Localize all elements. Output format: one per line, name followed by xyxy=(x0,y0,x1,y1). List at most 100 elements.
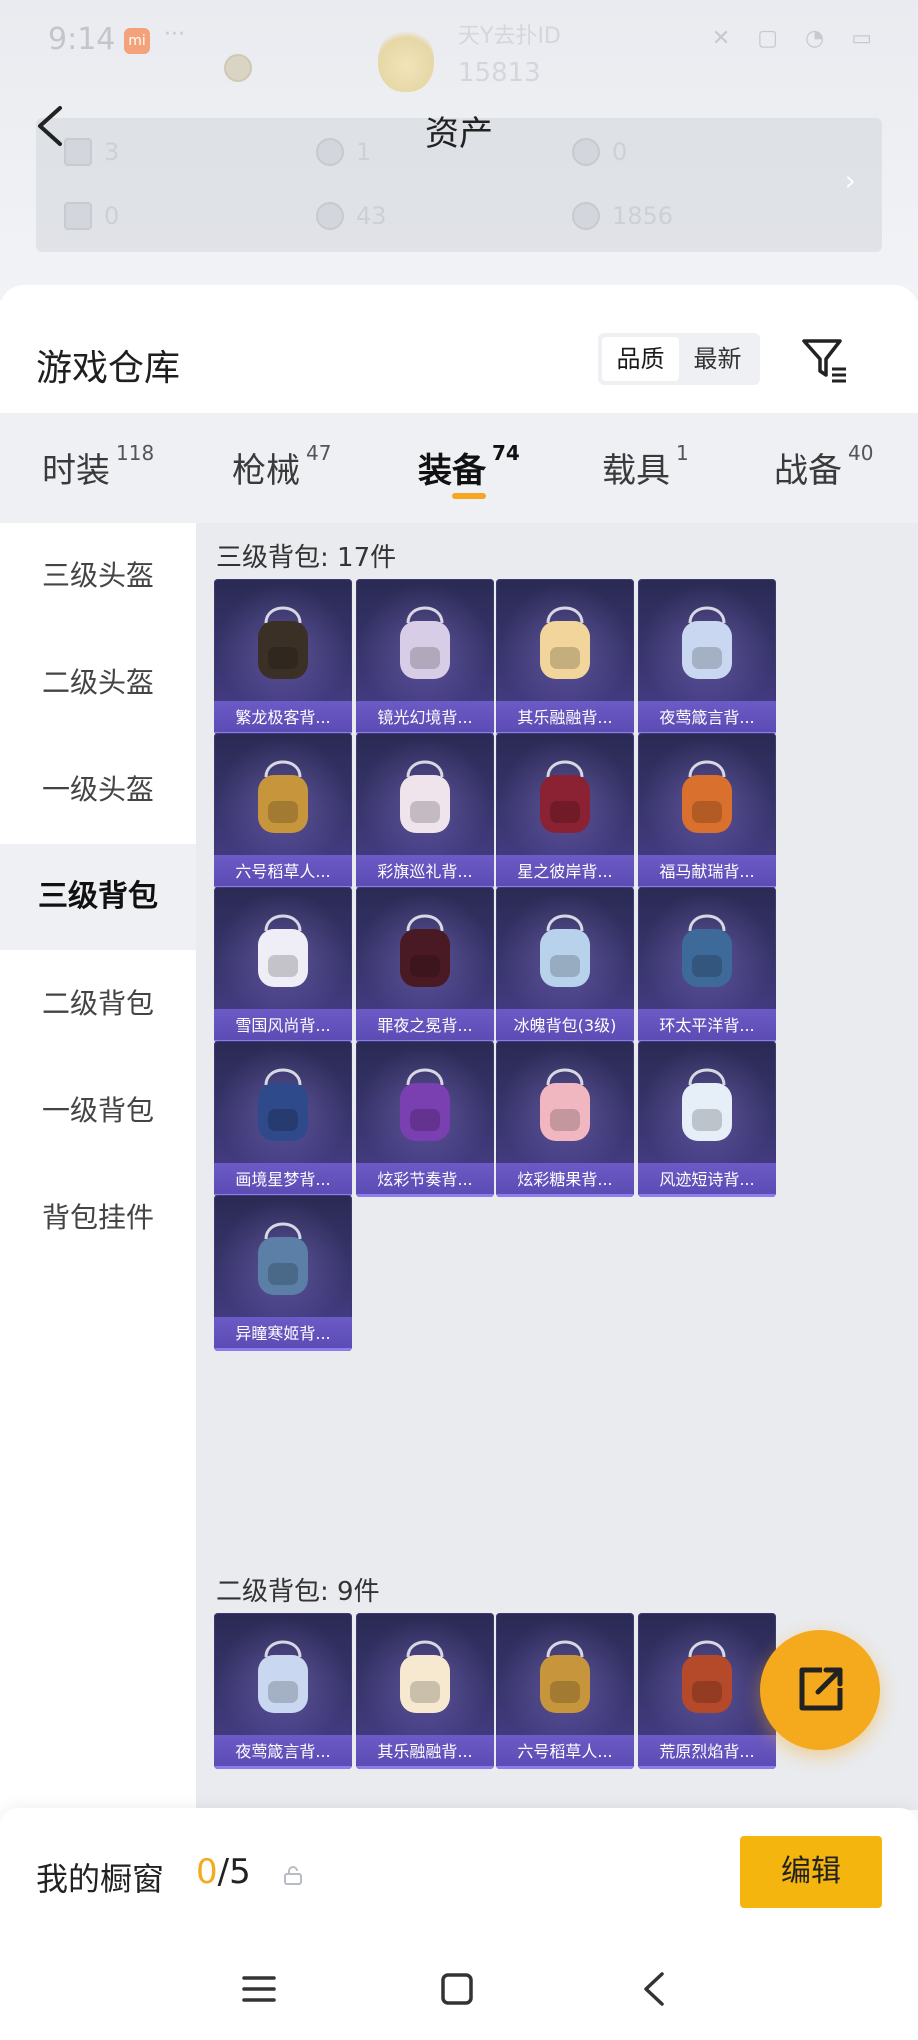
tab-count: 40 xyxy=(848,441,874,465)
tab-count: 118 xyxy=(116,441,155,465)
tab-fashion[interactable]: 时装 118 xyxy=(42,441,155,492)
tab-equipment[interactable]: 装备 74 xyxy=(418,441,520,492)
item-name: 环太平洋背... xyxy=(638,1009,776,1043)
backpack-icon xyxy=(400,914,450,987)
card-icon xyxy=(64,202,92,230)
item-name: 风迹短诗背... xyxy=(638,1163,776,1197)
backpack-item-card[interactable]: 彩旗巡礼背... xyxy=(356,733,494,889)
asset-currency-4: 0 xyxy=(64,202,119,230)
notification-dots: ··· xyxy=(164,22,185,47)
asset-currency-6: 1856 xyxy=(572,202,673,230)
menu-nav-button[interactable] xyxy=(234,1964,284,2014)
tab-label: 载具 xyxy=(602,451,670,491)
backpack-icon xyxy=(400,606,450,679)
backpack-item-card[interactable]: 繁龙极客背... xyxy=(214,579,352,735)
backpack-item-card[interactable]: 画境星梦背... xyxy=(214,1041,352,1197)
carrier-badge: mi xyxy=(124,28,150,54)
backpack-item-card[interactable]: 其乐融融背... xyxy=(356,1613,494,1769)
backpack-item-card[interactable]: 夜莺箴言背... xyxy=(638,579,776,735)
filter-button[interactable] xyxy=(800,335,848,383)
backpack-item-card[interactable]: 风迹短诗背... xyxy=(638,1041,776,1197)
item-name: 其乐融融背... xyxy=(356,1735,494,1769)
backpack-icon xyxy=(258,1068,308,1141)
backpack-item-card[interactable]: 冰魄背包(3级) xyxy=(496,887,634,1043)
warehouse-title: 游戏仓库 xyxy=(36,348,181,389)
asset-currency-5: 43 xyxy=(316,202,387,230)
sort-quality-option[interactable]: 品质 xyxy=(602,337,679,381)
sidebar-item-lv1-helmet[interactable]: 一级头盔 xyxy=(0,737,196,843)
tab-label: 装备 xyxy=(418,451,486,491)
backpack-icon xyxy=(682,1068,732,1141)
item-name: 繁龙极客背... xyxy=(214,701,352,735)
section-title: 二级背包: 9件 xyxy=(216,1577,380,1607)
sort-toggle: 品质 最新 xyxy=(598,333,760,385)
backpack-icon xyxy=(400,760,450,833)
share-external-icon xyxy=(799,1667,843,1711)
showcase-count: 0/5 xyxy=(196,1852,251,1892)
backpack-item-card[interactable]: 福马献瑞背... xyxy=(638,733,776,889)
item-name: 六号稻草人... xyxy=(496,1735,634,1769)
backpack-item-card[interactable]: 雪国风尚背... xyxy=(214,887,352,1043)
showcase-label: 我的橱窗 xyxy=(36,1860,165,1898)
backpack-item-card[interactable]: 炫彩节奏背... xyxy=(356,1041,494,1197)
item-name: 其乐融融背... xyxy=(496,701,634,735)
sidebar-item-lv3-helmet[interactable]: 三级头盔 xyxy=(0,523,196,629)
sidebar-item-lv1-backpack[interactable]: 一级背包 xyxy=(0,1058,196,1164)
back-chevron-icon xyxy=(644,1972,664,2006)
tab-combat-gear[interactable]: 战备 40 xyxy=(774,441,874,492)
backpack-icon xyxy=(540,1068,590,1141)
player-score: 15813 xyxy=(458,58,541,88)
backpack-icon xyxy=(258,760,308,833)
backpack-icon xyxy=(682,606,732,679)
item-name: 炫彩糖果背... xyxy=(496,1163,634,1197)
tab-vehicles[interactable]: 载具 1 xyxy=(602,441,689,492)
tab-label: 时装 xyxy=(42,451,110,491)
item-name: 雪国风尚背... xyxy=(214,1009,352,1043)
backpack-item-card[interactable]: 异瞳寒姬背... xyxy=(214,1195,352,1351)
section-title: 三级背包: 17件 xyxy=(216,543,397,573)
home-square-icon xyxy=(441,1973,473,2005)
backpack-item-card[interactable]: 环太平洋背... xyxy=(638,887,776,1043)
backpack-icon xyxy=(682,760,732,833)
sidebar-item-backpack-charm[interactable]: 背包挂件 xyxy=(0,1165,196,1271)
backpack-item-card[interactable]: 镜光幻境背... xyxy=(356,579,494,735)
home-nav-button[interactable] xyxy=(432,1964,482,2014)
backpack-icon xyxy=(682,1640,732,1713)
item-name: 星之彼岸背... xyxy=(496,855,634,889)
backpack-item-card[interactable]: 炫彩糖果背... xyxy=(496,1041,634,1197)
item-name: 六号稻草人... xyxy=(214,855,352,889)
sort-newest-option[interactable]: 最新 xyxy=(679,337,756,381)
backpack-icon xyxy=(400,1068,450,1141)
tab-count: 47 xyxy=(306,441,332,465)
status-icons: ✕ ▢ ◔ ▭ xyxy=(711,26,882,51)
gold-coin-icon xyxy=(572,202,600,230)
sidebar-item-lv2-helmet[interactable]: 二级头盔 xyxy=(0,630,196,736)
item-name: 异瞳寒姬背... xyxy=(214,1317,352,1351)
backpack-item-card[interactable]: 荒原烈焰背... xyxy=(638,1613,776,1769)
system-nav-bar xyxy=(0,1938,918,2040)
backpack-icon xyxy=(258,914,308,987)
tab-firearms[interactable]: 枪械 47 xyxy=(232,441,332,492)
sidebar-item-lv2-backpack[interactable]: 二级背包 xyxy=(0,951,196,1057)
backpack-icon xyxy=(258,1222,308,1295)
status-time: 9:14 xyxy=(48,22,116,57)
item-name: 荒原烈焰背... xyxy=(638,1735,776,1769)
warehouse-sheet: 游戏仓库 品质 最新 时装 118 枪械 47 装备 74 载具 1 战备 40 三级头盔… xyxy=(0,285,918,2040)
backpack-item-card[interactable]: 六号稻草人... xyxy=(496,1613,634,1769)
showcase-total: /5 xyxy=(217,1852,251,1892)
backpack-item-card[interactable]: 星之彼岸背... xyxy=(496,733,634,889)
item-grid-area: 三级背包: 17件 二级背包: 9件 繁龙极客背... 镜光幻境背... 其乐融融背… xyxy=(196,523,918,1810)
backpack-item-card[interactable]: 夜莺箴言背... xyxy=(214,1613,352,1769)
backpack-item-card[interactable]: 其乐融融背... xyxy=(496,579,634,735)
sidebar-item-lv3-backpack[interactable]: 三级背包 xyxy=(0,844,196,950)
backpack-item-card[interactable]: 罪夜之冕背... xyxy=(356,887,494,1043)
edit-showcase-button[interactable]: 编辑 xyxy=(740,1836,882,1908)
item-name: 镜光幻境背... xyxy=(356,701,494,735)
back-nav-button[interactable] xyxy=(630,1964,680,2014)
backpack-item-card[interactable]: 六号稻草人... xyxy=(214,733,352,889)
share-fab-button[interactable] xyxy=(760,1630,880,1750)
backpack-icon xyxy=(540,760,590,833)
backpack-icon xyxy=(682,914,732,987)
item-name: 画境星梦背... xyxy=(214,1163,352,1197)
chevron-right-icon[interactable]: › xyxy=(845,164,856,197)
